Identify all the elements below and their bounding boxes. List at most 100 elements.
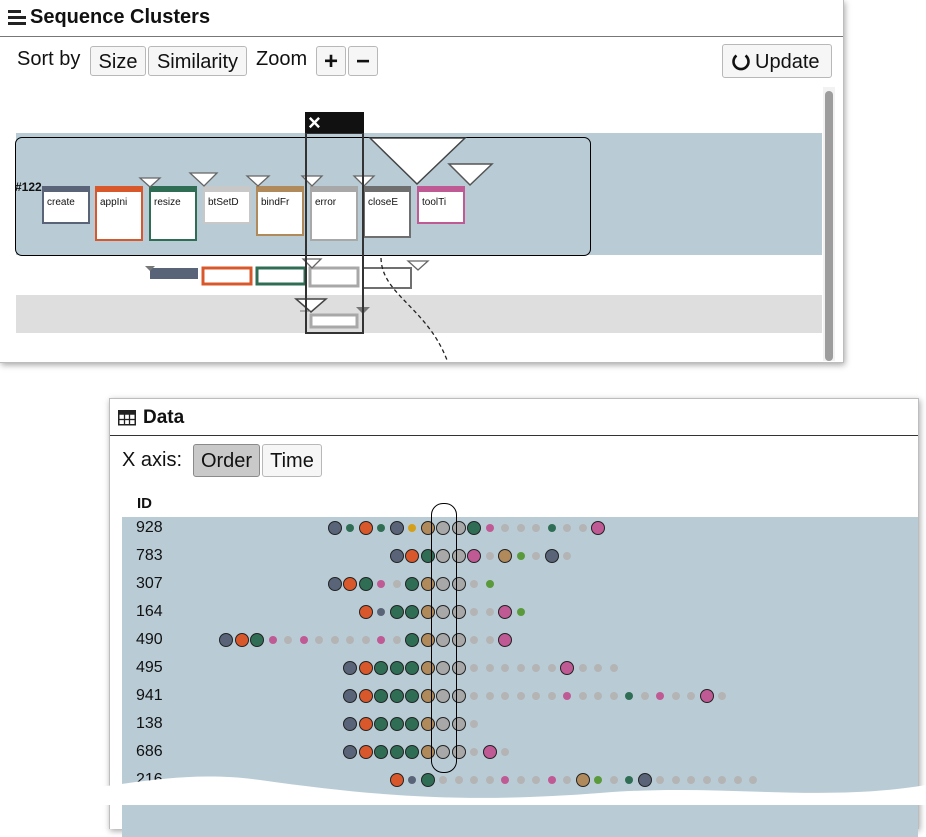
sequence-event-dot[interactable] (501, 664, 509, 672)
sequence-event-dot[interactable] (485, 636, 494, 644)
sequence-event-dot[interactable] (343, 689, 357, 703)
column-highlight[interactable] (431, 503, 457, 773)
sequence-event-dot[interactable] (563, 692, 571, 700)
xaxis-order-button[interactable]: Order (193, 444, 260, 477)
sequence-event-dot[interactable] (485, 580, 494, 588)
sequence-event-dot[interactable] (578, 664, 587, 672)
sequence-event-dot[interactable] (591, 521, 605, 535)
sequence-event-dot[interactable] (544, 549, 559, 563)
sequence-event-dot[interactable] (405, 689, 419, 703)
sequence-event-dot[interactable] (718, 692, 726, 700)
sequence-event-dot[interactable] (687, 692, 695, 700)
sequence-event-dot[interactable] (470, 636, 478, 644)
sequence-event-dot[interactable] (485, 524, 494, 532)
sequence-event-dot[interactable] (358, 661, 373, 675)
sequence-event-dot[interactable] (699, 689, 714, 703)
sequence-event-dot[interactable] (268, 636, 277, 644)
sequence-event-dot[interactable] (498, 633, 512, 647)
sequence-event-dot[interactable] (532, 552, 540, 560)
sequence-event-dot[interactable] (377, 580, 385, 588)
sequence-event-dot[interactable] (389, 661, 404, 675)
sequence-event-dot[interactable] (516, 664, 525, 672)
sequence-event-dot[interactable] (594, 664, 602, 672)
sequence-event-dot[interactable] (284, 636, 292, 644)
sequence-event-dot[interactable] (516, 608, 525, 616)
sequence-event-dot[interactable] (405, 661, 419, 675)
sequence-event-dot[interactable] (346, 524, 354, 532)
sequence-event-dot[interactable] (609, 664, 618, 672)
sequence-event-dot[interactable] (374, 661, 388, 675)
sequence-event-dot[interactable] (640, 692, 649, 700)
sequence-event-dot[interactable] (547, 664, 556, 672)
sequence-event-dot[interactable] (234, 633, 249, 647)
close-icon[interactable]: × (308, 110, 321, 136)
sequence-event-dot[interactable] (470, 608, 478, 616)
sequence-event-dot[interactable] (408, 524, 416, 532)
sequence-event-dot[interactable] (361, 636, 370, 644)
sequence-event-dot[interactable] (671, 692, 680, 700)
sequence-event-dot[interactable] (594, 692, 602, 700)
sequence-event-dot[interactable] (358, 689, 373, 703)
sequence-event-dot[interactable] (343, 661, 357, 675)
sequence-event-dot[interactable] (498, 549, 512, 563)
sequence-event-dot[interactable] (377, 524, 385, 532)
sequence-event-dot[interactable] (625, 692, 633, 700)
sequence-event-dot[interactable] (358, 717, 373, 731)
sequence-event-dot[interactable] (485, 608, 494, 616)
sequence-event-dot[interactable] (358, 605, 373, 619)
sequence-event-dot[interactable] (485, 664, 494, 672)
sequence-event-dot[interactable] (343, 717, 357, 731)
column-close-bar[interactable]: × (305, 110, 364, 136)
sequence-event-dot[interactable] (516, 692, 525, 700)
sequence-event-dot[interactable] (563, 552, 571, 560)
sequence-event-dot[interactable] (470, 720, 478, 728)
sequence-event-dot[interactable] (470, 580, 478, 588)
sequence-event-dot[interactable] (498, 605, 512, 619)
sequence-event-dot[interactable] (219, 633, 233, 647)
sequence-event-dot[interactable] (405, 717, 419, 731)
sequence-event-dot[interactable] (358, 521, 373, 535)
sequence-event-dot[interactable] (470, 692, 478, 700)
sequence-event-dot[interactable] (315, 636, 323, 644)
sequence-event-dot[interactable] (299, 636, 308, 644)
sequence-event-dot[interactable] (532, 524, 540, 532)
sequence-event-dot[interactable] (374, 717, 388, 731)
sequence-event-dot[interactable] (609, 692, 618, 700)
sequence-event-dot[interactable] (392, 636, 401, 644)
sequence-event-dot[interactable] (516, 524, 525, 532)
sequence-event-dot[interactable] (532, 692, 540, 700)
sequence-event-dot[interactable] (547, 524, 556, 532)
sequence-event-dot[interactable] (485, 552, 494, 560)
sequence-event-dot[interactable] (405, 633, 419, 647)
sequence-event-dot[interactable] (467, 521, 481, 535)
xaxis-time-button[interactable]: Time (262, 444, 322, 477)
sequence-event-dot[interactable] (405, 605, 419, 619)
sequence-event-dot[interactable] (250, 633, 264, 647)
sequence-event-dot[interactable] (392, 580, 401, 588)
sequence-event-dot[interactable] (485, 692, 494, 700)
sequence-event-dot[interactable] (578, 524, 587, 532)
sequence-event-dot[interactable] (330, 636, 339, 644)
sequence-event-dot[interactable] (563, 524, 571, 532)
sequence-event-dot[interactable] (389, 605, 404, 619)
sequence-event-dot[interactable] (532, 664, 540, 672)
sequence-event-dot[interactable] (470, 664, 478, 672)
sequence-event-dot[interactable] (346, 636, 354, 644)
sequence-event-dot[interactable] (374, 689, 388, 703)
sequence-event-dot[interactable] (405, 577, 419, 591)
sequence-event-dot[interactable] (327, 521, 342, 535)
sequence-event-dot[interactable] (343, 577, 357, 591)
sequence-event-dot[interactable] (389, 521, 404, 535)
sequence-event-dot[interactable] (405, 549, 419, 563)
sequence-event-dot[interactable] (389, 549, 404, 563)
sequence-event-dot[interactable] (501, 692, 509, 700)
sequence-event-dot[interactable] (389, 717, 404, 731)
sequence-event-dot[interactable] (547, 692, 556, 700)
sequence-event-dot[interactable] (327, 577, 342, 591)
sequence-event-dot[interactable] (656, 692, 664, 700)
sequence-event-dot[interactable] (377, 636, 385, 644)
sequence-event-dot[interactable] (578, 692, 587, 700)
sequence-event-dot[interactable] (516, 552, 525, 560)
sequence-event-dot[interactable] (377, 608, 385, 616)
sequence-event-dot[interactable] (467, 549, 481, 563)
